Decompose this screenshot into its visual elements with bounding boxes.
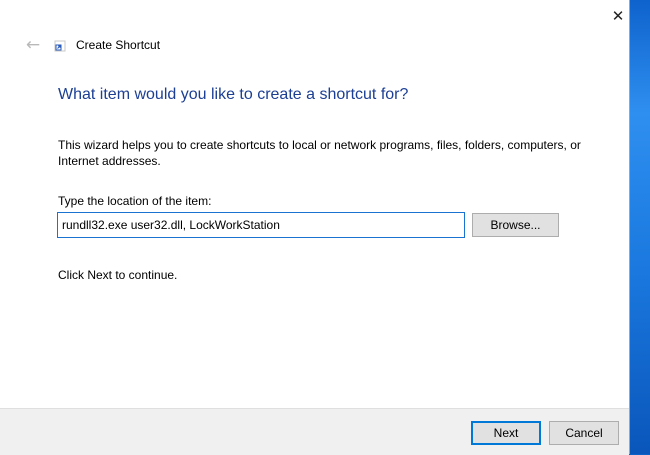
close-icon: ✕ (611, 7, 625, 25)
shortcut-icon (54, 40, 66, 52)
window-title: Create Shortcut (76, 38, 161, 52)
title-bar: ← Create Shortcut ✕ (0, 0, 630, 92)
next-button[interactable]: Next (471, 421, 541, 445)
page-heading: What item would you like to create a sho… (58, 86, 409, 103)
arrow-left-icon: ← (25, 35, 41, 55)
intro-text: This wizard helps you to create shortcut… (58, 138, 581, 168)
cancel-button[interactable]: Cancel (549, 421, 619, 445)
location-label: Type the location of the item: (58, 194, 212, 208)
location-input[interactable] (57, 212, 465, 238)
browse-button[interactable]: Browse... (472, 213, 559, 237)
close-button[interactable]: ✕ (598, 2, 638, 30)
back-button[interactable]: ← (22, 34, 44, 56)
continue-text: Click Next to continue. (58, 268, 178, 282)
create-shortcut-window: ← Create Shortcut ✕ What item would you … (0, 0, 630, 455)
